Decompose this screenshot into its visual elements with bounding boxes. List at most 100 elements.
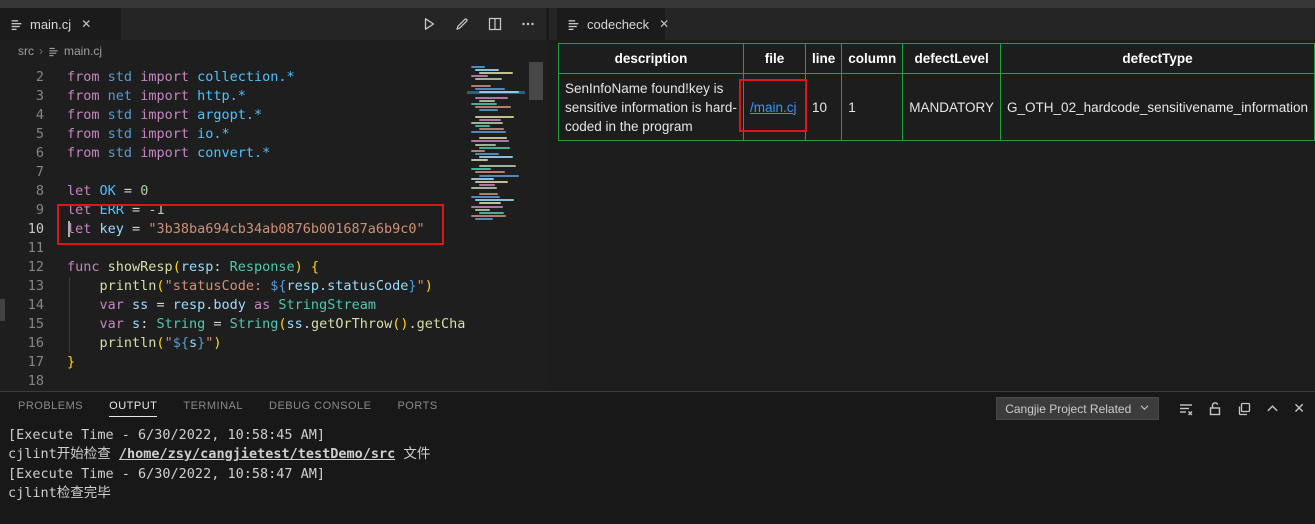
panel-tab-terminal[interactable]: TERMINAL: [183, 400, 243, 417]
panel-tab-problems[interactable]: PROBLEMS: [18, 400, 83, 417]
minimap-line: [479, 175, 519, 177]
minimap-line: [475, 78, 502, 80]
line-number: 13: [0, 277, 44, 296]
minimap-line: [479, 128, 504, 130]
code-line-18[interactable]: 18: [0, 372, 546, 391]
code-text: var ss = resp.body as StringStream: [44, 296, 376, 315]
minimap-line: [471, 75, 488, 77]
minimap-line: [479, 156, 513, 158]
more-actions-icon[interactable]: [520, 16, 536, 32]
editor-tab-strip-right: codecheck ✕: [547, 8, 1315, 40]
code-line-16[interactable]: 16 println("${s}"): [0, 334, 546, 353]
code-line-13[interactable]: 13 println("statusCode: ${resp.statusCod…: [0, 277, 546, 296]
code-line-15[interactable]: 15 var s: String = String(ss.getOrThrow(…: [0, 315, 546, 334]
minimap-line: [471, 66, 485, 68]
minimap-line: [475, 69, 499, 71]
editor-action-bar: [421, 8, 536, 40]
chevron-right-icon: ›: [39, 44, 43, 58]
minimap-line: [479, 184, 495, 186]
header-file: file: [744, 44, 806, 74]
code-line-7[interactable]: 7: [0, 163, 546, 182]
close-panel-icon[interactable]: ✕: [1293, 400, 1305, 417]
minimap-line: [471, 215, 506, 217]
minimap-line: [471, 206, 503, 208]
minimap-line: [479, 202, 501, 204]
line-number: 5: [0, 125, 44, 144]
code-line-14[interactable]: 14 var ss = resp.body as StringStream: [0, 296, 546, 315]
cell-defectType: G_OTH_02_hardcode_sensitivename_informat…: [1001, 74, 1315, 141]
code-line-12[interactable]: 12func showResp(resp: Response) {: [0, 258, 546, 277]
code-line-17[interactable]: 17}: [0, 353, 546, 372]
minimap-line: [475, 199, 514, 201]
close-tab-icon[interactable]: ✕: [656, 16, 672, 32]
line-number: 16: [0, 334, 44, 353]
tab-codecheck[interactable]: codecheck ✕: [557, 8, 665, 40]
maximize-panel-icon[interactable]: [1265, 401, 1280, 416]
minimap[interactable]: [467, 62, 525, 391]
panel-action-bar: Cangjie Project Related ✕: [996, 397, 1305, 420]
output-path-link[interactable]: /home/zsy/cangjietest/testDemo/src: [119, 446, 395, 462]
panel-tab-bar: PROBLEMS OUTPUT TERMINAL DEBUG CONSOLE PORTS: [18, 400, 438, 417]
code-line-2[interactable]: 2from std import collection.*: [0, 68, 546, 87]
line-number: 6: [0, 144, 44, 163]
code-line-6[interactable]: 6from std import convert.*: [0, 144, 546, 163]
code-line-4[interactable]: 4from std import argopt.*: [0, 106, 546, 125]
line-number: 10: [0, 220, 44, 239]
cell-defectLevel: MANDATORY: [903, 74, 1001, 141]
header-column: column: [842, 44, 903, 74]
output-line: cjlint开始检查 /home/zsy/cangjietest/testDem…: [8, 445, 1298, 464]
minimap-line: [479, 72, 513, 74]
defect-table: description file line column defectLevel…: [558, 43, 1315, 141]
code-line-5[interactable]: 5from std import io.*: [0, 125, 546, 144]
code-text: [44, 163, 67, 182]
vscode-window: main.cj ✕ codecheck ✕: [0, 0, 1315, 524]
pencil-icon[interactable]: [454, 16, 470, 32]
minimap-line: [475, 106, 511, 108]
unlock-icon[interactable]: [1207, 401, 1223, 417]
panel-tab-output[interactable]: OUTPUT: [109, 400, 157, 417]
code-editor[interactable]: 2from std import collection.*3from net i…: [0, 62, 546, 391]
output-channel-value: Cangjie Project Related: [1005, 402, 1131, 416]
code-text: [44, 372, 67, 391]
output-line: cjlint检查完毕: [8, 484, 1298, 503]
minimap-line: [475, 171, 505, 173]
breadcrumb-folder[interactable]: src: [18, 44, 34, 58]
code-text: var s: String = String(ss.getOrThrow().g…: [44, 315, 490, 334]
line-number: 8: [0, 182, 44, 201]
output-log[interactable]: [Execute Time - 6/30/2022, 10:58:45 AM]c…: [8, 426, 1298, 503]
split-editor-icon[interactable]: [487, 16, 503, 32]
run-icon[interactable]: [421, 16, 437, 32]
minimap-line: [475, 125, 490, 127]
breadcrumb-file[interactable]: main.cj: [64, 44, 102, 58]
open-output-in-editor-icon[interactable]: [1236, 401, 1252, 417]
table-header-row: description file line column defectLevel…: [559, 44, 1315, 74]
code-line-3[interactable]: 3from net import http.*: [0, 87, 546, 106]
scrollbar-thumb[interactable]: [529, 62, 543, 100]
output-channel-select[interactable]: Cangjie Project Related: [996, 397, 1159, 420]
code-line-8[interactable]: 8let OK = 0: [0, 182, 546, 201]
minimap-line: [475, 97, 508, 99]
clear-output-icon[interactable]: [1178, 401, 1194, 417]
line-number: 7: [0, 163, 44, 182]
code-text: from net import http.*: [44, 87, 246, 106]
minimap-line: [471, 131, 506, 133]
breadcrumb: src › main.cj: [0, 40, 546, 62]
tab-main-cj[interactable]: main.cj ✕: [0, 8, 121, 40]
close-tab-icon[interactable]: ✕: [78, 16, 94, 32]
panel-tab-debug-console[interactable]: DEBUG CONSOLE: [269, 400, 371, 417]
code-text: func showResp(resp: Response) {: [44, 258, 319, 277]
minimap-line: [471, 140, 509, 142]
cell-line: 10: [806, 74, 842, 141]
panel-tab-ports[interactable]: PORTS: [397, 400, 437, 417]
line-number: 15: [0, 315, 44, 334]
editor-scrollbar[interactable]: [527, 62, 545, 391]
code-text: }: [44, 353, 75, 372]
chevron-down-icon: [1139, 402, 1150, 416]
minimap-line: [471, 150, 485, 152]
minimap-line: [479, 91, 519, 93]
left-edge-handle[interactable]: [0, 299, 5, 321]
minimap-line: [475, 116, 514, 118]
cell-column: 1: [842, 74, 903, 141]
code-text: let OK = 0: [44, 182, 148, 201]
codecheck-webview: description file line column defectLevel…: [547, 40, 1315, 391]
